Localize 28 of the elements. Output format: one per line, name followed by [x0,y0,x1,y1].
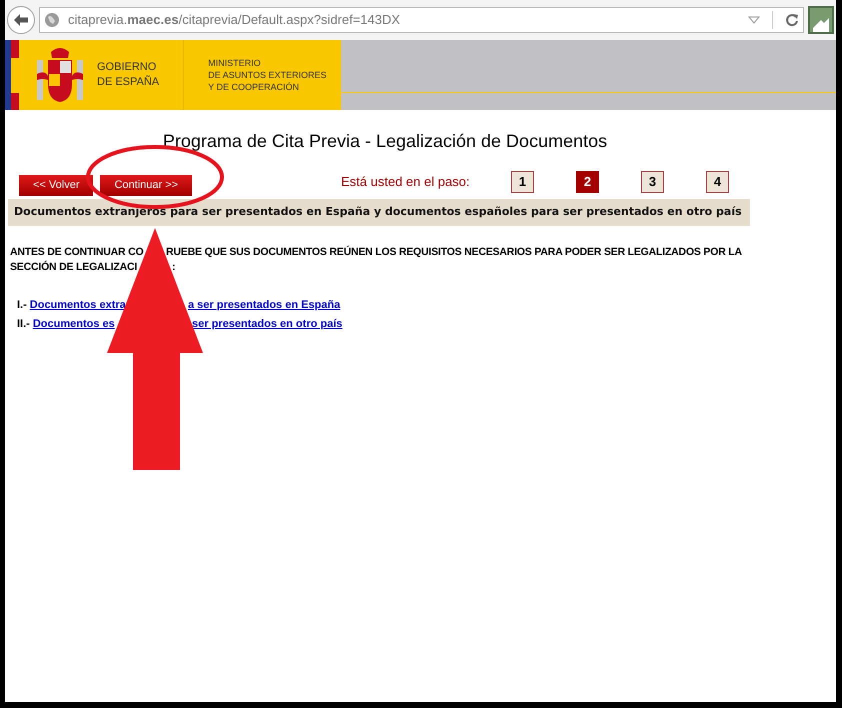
continue-button[interactable]: Continuar >> [100,174,192,196]
page-title: Programa de Cita Previa - Legalización de Documentos [162,130,608,153]
back-button[interactable]: << Volver [19,174,94,196]
list-marker: II.- [17,317,30,331]
step-label: Está usted en el paso: [341,173,471,192]
notice-text: : [172,260,176,275]
list-marker: I.- [17,298,27,312]
step-indicator: 2 [576,171,599,193]
government-name: GOBIERNO DE ESPAÑA [97,60,160,90]
back-arrow-icon [13,13,29,27]
section-title: Documentos extranjeros para ser presentados en España y documentos españoles para ser presentados en otro país [8,199,750,226]
ministry-name: MINISTERIO DE ASUNTOS EXTERIORES Y DE COOPERACIÓN [208,57,327,93]
notice-text: ANTES DE CONTINUAR CO [10,246,144,258]
notice-text: RUEBE QUE SUS DOCUMENTOS REÚNEN LOS REQUISITOS NECESARIOS PARA PODER SER LEGALIZADOS POR LA [166,245,742,260]
document-link[interactable]: a ser presentados en España [188,298,340,312]
notice-text: SECCIÓN DE LEGALIZACI [10,261,138,273]
document-link[interactable]: Documentos es [32,317,115,331]
step-indicator: 4 [706,171,729,193]
reload-icon[interactable] [785,13,799,27]
dropdown-icon[interactable] [748,16,760,24]
back-button[interactable] [7,6,35,34]
step-indicator: 3 [641,171,664,193]
document-link[interactable]: ser presentados en otro país [192,317,342,331]
address-bar[interactable]: citaprevia.maec.es/citaprevia/Default.aspx?sidref=143DX [39,7,804,33]
step-indicator: 1 [511,171,534,193]
app-icon[interactable] [808,6,834,34]
document-link[interactable]: Documentos extra [30,298,126,312]
url-text: citaprevia.maec.es/citaprevia/Default.aspx?sidref=143DX [68,11,400,30]
